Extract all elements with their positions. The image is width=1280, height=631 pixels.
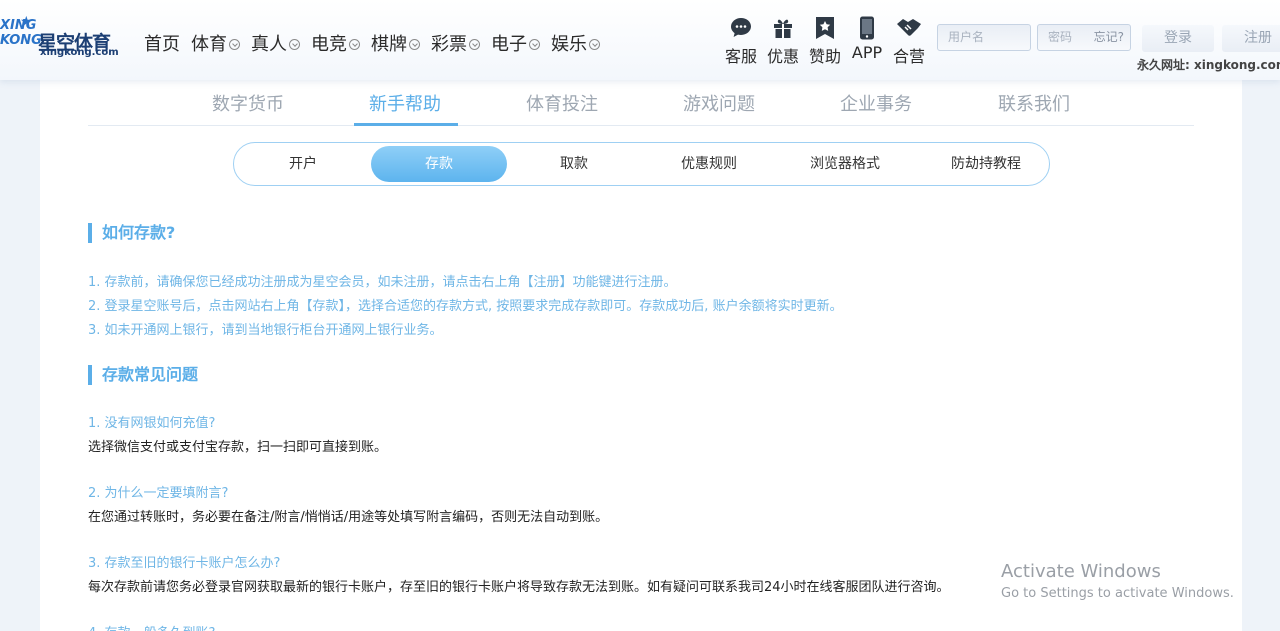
os-activation-watermark: Activate Windows Go to Settings to activ… xyxy=(1001,561,1234,601)
quick-link-support[interactable]: 客服 xyxy=(720,15,762,67)
nav-item-entertainment[interactable]: 娱乐 xyxy=(551,30,600,56)
quick-links: 客服 优惠 赞助 APP 合营 xyxy=(720,15,930,67)
subtab-deposit[interactable]: 存款 xyxy=(371,146,507,182)
star-bookmark-icon xyxy=(804,15,846,41)
username-input[interactable]: 用户名 xyxy=(937,24,1031,51)
section-title-how-to-deposit: 如何存款? xyxy=(88,223,175,243)
nav-item-home[interactable]: 首页 xyxy=(144,30,180,56)
nav-label: 首页 xyxy=(144,34,180,55)
chevron-down-icon xyxy=(589,38,600,50)
chat-bubble-icon xyxy=(720,15,762,41)
chevron-down-icon xyxy=(409,38,420,50)
tab-sports-betting[interactable]: 体育投注 xyxy=(526,90,598,116)
subtab-promo-rules[interactable]: 优惠规则 xyxy=(654,143,764,185)
quick-link-label: 合营 xyxy=(892,47,925,66)
chevron-down-icon xyxy=(289,38,300,50)
nav-item-sports[interactable]: 体育 xyxy=(191,30,240,56)
nav-label: 电子 xyxy=(491,34,527,55)
watermark-line2: Go to Settings to activate Windows. xyxy=(1001,586,1234,601)
nav-label: 真人 xyxy=(251,34,287,55)
quick-link-sponsor[interactable]: 赞助 xyxy=(804,15,846,67)
nav-label: 彩票 xyxy=(431,34,467,55)
faq-question: 2. 为什么一定要填附言? xyxy=(88,486,229,501)
chevron-down-icon xyxy=(349,38,360,50)
forgot-password-link[interactable]: 忘记? xyxy=(1094,25,1124,50)
password-input[interactable]: 密码 忘记? xyxy=(1037,24,1131,51)
chevron-down-icon xyxy=(229,38,240,50)
sub-tabs: 开户 存款 取款 优惠规则 浏览器格式 防劫持教程 xyxy=(233,142,1050,186)
deposit-step: 2. 登录星空账号后，点击网站右上角【存款】，选择合适您的存款方式, 按照要求完… xyxy=(88,299,843,314)
subtab-anti-hijack[interactable]: 防劫持教程 xyxy=(924,143,1048,185)
faq-question: 3. 存款至旧的银行卡账户怎么办? xyxy=(88,556,281,571)
quick-link-label: APP xyxy=(851,43,883,62)
nav-item-cards[interactable]: 棋牌 xyxy=(371,30,420,56)
main-nav: 首页 体育 真人 电竞 棋牌 彩票 电子 娱乐 xyxy=(144,30,611,56)
tab-beginner-help[interactable]: 新手帮助 xyxy=(369,90,441,116)
permanent-url: 永久网址: xingkong.com xyxy=(1137,58,1280,72)
faq-answer: 在您通过转账时，务必要在备注/附言/悄悄话/用途等处填写附言编码，否则无法自动到… xyxy=(88,510,609,525)
nav-label: 娱乐 xyxy=(551,34,587,55)
tab-contact-us[interactable]: 联系我们 xyxy=(998,90,1070,116)
quick-link-label: 赞助 xyxy=(808,47,841,66)
faq-question: 1. 没有网银如何充值? xyxy=(88,416,216,431)
brand-logo[interactable]: XING KONG ★ 星空体育 xingkong.com xyxy=(0,14,119,60)
nav-item-slots[interactable]: 电子 xyxy=(491,30,540,56)
login-button[interactable]: 登录 xyxy=(1142,25,1214,52)
section-title-deposit-faq: 存款常见问题 xyxy=(88,365,198,385)
nav-label: 电竞 xyxy=(311,34,347,55)
help-tabs: 数字货币 新手帮助 体育投注 游戏问题 企业事务 联系我们 xyxy=(88,82,1194,126)
deposit-step: 1. 存款前，请确保您已经成功注册成为星空会员，如未注册，请点击右上角【注册】功… xyxy=(88,275,677,290)
quick-link-promo[interactable]: 优惠 xyxy=(762,15,804,67)
tab-digital-currency[interactable]: 数字货币 xyxy=(212,90,284,116)
watermark-line1: Activate Windows xyxy=(1001,561,1161,582)
faq-question: 4. 存款一般多久到账? xyxy=(88,622,215,631)
handshake-icon xyxy=(888,15,930,41)
phone-icon xyxy=(846,15,888,41)
faq-answer: 每次存款前请您务必登录官网获取最新的银行卡账户，存至旧的银行卡账户将导致存款无法… xyxy=(88,580,950,595)
nav-label: 体育 xyxy=(191,34,227,55)
subtab-open-account[interactable]: 开户 xyxy=(248,143,358,185)
quick-link-label: 优惠 xyxy=(766,47,799,66)
logo-name-en: xingkong.com xyxy=(40,47,119,58)
logo-star-icon: ★ xyxy=(20,14,33,30)
subtab-browser-format[interactable]: 浏览器格式 xyxy=(790,143,900,185)
tab-game-issues[interactable]: 游戏问题 xyxy=(683,90,755,116)
password-placeholder: 密码 xyxy=(1048,30,1073,44)
site-header: XING KONG ★ 星空体育 xingkong.com 首页 体育 真人 电竞… xyxy=(0,0,1280,80)
subtab-withdraw[interactable]: 取款 xyxy=(519,143,629,185)
quick-link-partner[interactable]: 合营 xyxy=(888,15,930,67)
gift-icon xyxy=(762,15,804,41)
quick-link-label: 客服 xyxy=(724,47,757,66)
nav-item-lottery[interactable]: 彩票 xyxy=(431,30,480,56)
quick-link-app[interactable]: APP xyxy=(846,15,888,67)
deposit-step: 3. 如未开通网上银行，请到当地银行柜台开通网上银行业务。 xyxy=(88,323,443,338)
register-button[interactable]: 注册 xyxy=(1222,25,1280,52)
chevron-down-icon xyxy=(529,38,540,50)
nav-item-live[interactable]: 真人 xyxy=(251,30,300,56)
nav-label: 棋牌 xyxy=(371,34,407,55)
active-tab-underline xyxy=(354,123,458,126)
tab-corporate-affairs[interactable]: 企业事务 xyxy=(840,90,912,116)
faq-answer: 选择微信支付或支付宝存款，扫一扫即可直接到账。 xyxy=(88,440,388,455)
nav-item-esports[interactable]: 电竞 xyxy=(311,30,360,56)
chevron-down-icon xyxy=(469,38,480,50)
